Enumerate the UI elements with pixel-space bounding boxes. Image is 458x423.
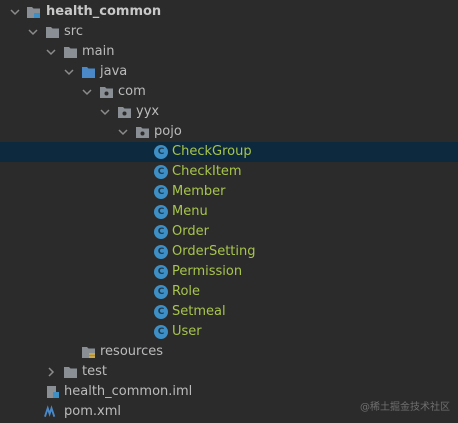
tree-class-menu[interactable]: C Menu [0, 202, 458, 222]
tree-class-order[interactable]: C Order [0, 222, 458, 242]
tree-label-class: Order [172, 224, 209, 239]
class-icon: C [154, 225, 168, 239]
chevron-right-icon[interactable] [45, 366, 57, 378]
tree-label-java: java [100, 64, 128, 79]
tree-label-src: src [64, 24, 83, 39]
class-icon: C [154, 145, 168, 159]
chevron-down-icon[interactable] [99, 106, 111, 118]
tree-class-setmeal[interactable]: C Setmeal [0, 302, 458, 322]
tree-label-main: main [82, 44, 115, 59]
tree-node-test[interactable]: test [0, 362, 458, 382]
resources-folder-icon [82, 347, 95, 358]
tree-label-class: Setmeal [172, 304, 226, 319]
tree-node-src[interactable]: src [0, 22, 458, 42]
tree-class-checkgroup[interactable]: C CheckGroup [0, 142, 458, 162]
class-icon: C [154, 205, 168, 219]
iml-file-icon [47, 386, 59, 398]
tree-node-com[interactable]: com [0, 82, 458, 102]
chevron-down-icon[interactable] [117, 126, 129, 138]
tree-label-pom: pom.xml [64, 404, 121, 419]
tree-label-class: Role [172, 284, 201, 299]
class-icon: C [154, 185, 168, 199]
chevron-down-icon[interactable] [63, 66, 75, 78]
module-folder-icon [27, 7, 40, 18]
class-icon: C [154, 325, 168, 339]
class-icon: C [154, 285, 168, 299]
tree-label-test: test [82, 364, 107, 379]
chevron-down-icon[interactable] [45, 46, 57, 58]
tree-label-class: Member [172, 184, 226, 199]
chevron-down-icon[interactable] [27, 26, 39, 38]
folder-icon [46, 27, 59, 38]
tree-node-java[interactable]: java [0, 62, 458, 82]
tree-label-health-common: health_common [46, 4, 162, 19]
maven-file-icon [44, 405, 56, 417]
tree-node-yyx[interactable]: yyx [0, 102, 458, 122]
tree-label-resources: resources [100, 344, 164, 359]
tree-label-yyx: yyx [136, 104, 160, 119]
tree-node-main[interactable]: main [0, 42, 458, 62]
class-icon: C [154, 245, 168, 259]
source-folder-icon [82, 67, 95, 78]
class-icon: C [154, 165, 168, 179]
package-icon [136, 127, 149, 138]
tree-label-class: OrderSetting [172, 244, 256, 259]
folder-icon [64, 47, 77, 58]
tree-label-class: Permission [172, 264, 243, 279]
tree-class-ordersetting[interactable]: C OrderSetting [0, 242, 458, 262]
tree-label-com: com [118, 84, 146, 99]
watermark: @稀土掘金技术社区 [360, 402, 450, 413]
class-icon: C [154, 305, 168, 319]
tree-label-class: User [172, 324, 202, 339]
tree-label-pojo: pojo [154, 124, 182, 139]
package-icon [100, 87, 113, 98]
tree-class-role[interactable]: C Role [0, 282, 458, 302]
tree-class-permission[interactable]: C Permission [0, 262, 458, 282]
tree-label-class: Menu [172, 204, 208, 219]
tree-class-user[interactable]: C User [0, 322, 458, 342]
chevron-down-icon[interactable] [81, 86, 93, 98]
folder-icon [64, 367, 77, 378]
tree-node-health-common[interactable]: health_common [0, 2, 458, 22]
tree-class-checkitem[interactable]: C CheckItem [0, 162, 458, 182]
tree-label-class: CheckGroup [172, 144, 252, 159]
chevron-down-icon[interactable] [9, 6, 21, 18]
tree-label-iml: health_common.iml [64, 384, 193, 399]
tree-label-class: CheckItem [172, 164, 242, 179]
class-icon: C [154, 265, 168, 279]
tree-node-resources[interactable]: resources [0, 342, 458, 362]
package-icon [118, 107, 131, 118]
tree-node-pojo[interactable]: pojo [0, 122, 458, 142]
tree-class-member[interactable]: C Member [0, 182, 458, 202]
